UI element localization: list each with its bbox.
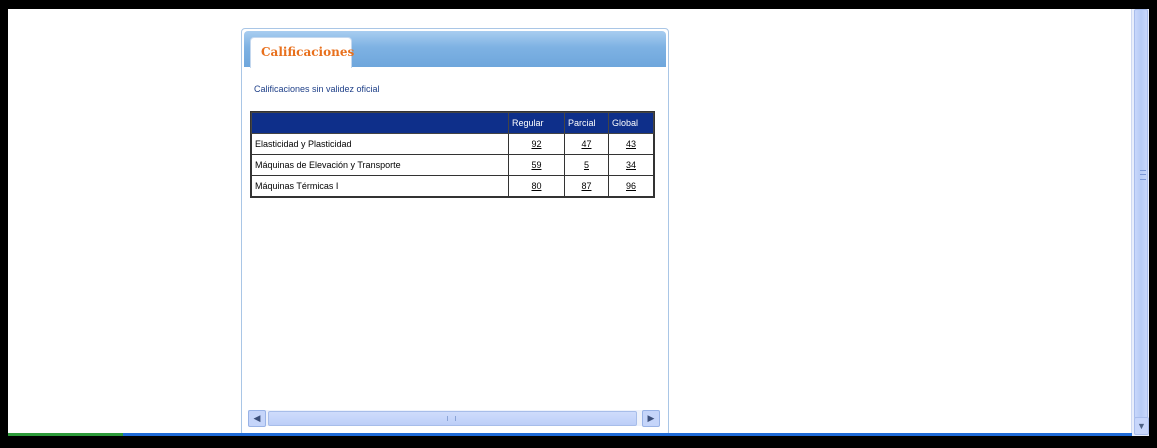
table-header-row: Regular Parcial Global (251, 112, 654, 134)
status-strip (8, 433, 1132, 436)
window-vertical-scrollbar[interactable]: ▼ (1131, 9, 1149, 436)
horizontal-scroll-thumb[interactable] (268, 411, 637, 426)
grade-global-link[interactable]: 96 (626, 181, 636, 191)
panel-subtitle: Calificaciones sin validez oficial (254, 84, 380, 94)
subject-name: Máquinas de Elevación y Transporte (251, 154, 509, 176)
header-regular: Regular (508, 112, 565, 134)
status-strip-progress (8, 433, 123, 436)
grade-regular-link[interactable]: 59 (531, 160, 541, 170)
subject-name: Elasticidad y Plasticidad (251, 133, 509, 155)
grade-regular-link[interactable]: 92 (531, 139, 541, 149)
grade-parcial-link[interactable]: 5 (584, 160, 589, 170)
vertical-scroll-thumb[interactable] (1134, 9, 1148, 419)
grade-parcial-link[interactable]: 47 (581, 139, 591, 149)
chevron-down-icon: ▼ (1137, 421, 1146, 431)
scroll-down-button[interactable]: ▼ (1134, 417, 1149, 435)
grade-global-link[interactable]: 34 (626, 160, 636, 170)
scroll-left-button[interactable]: ◀ (248, 410, 266, 427)
grade-global-link[interactable]: 43 (626, 139, 636, 149)
grade-regular-link[interactable]: 80 (531, 181, 541, 191)
panel-horizontal-scrollbar[interactable]: ◀ ▶ (248, 410, 660, 427)
scroll-right-button[interactable]: ▶ (642, 410, 660, 427)
grade-parcial-link[interactable]: 87 (581, 181, 591, 191)
grades-panel: Calificaciones Calificaciones sin valide… (241, 28, 669, 436)
chevron-left-icon: ◀ (253, 413, 261, 423)
panel-header: Calificaciones (244, 31, 666, 68)
header-subject (251, 112, 509, 134)
grip-icon (1140, 170, 1146, 180)
grip-icon (447, 416, 456, 421)
chevron-right-icon: ▶ (647, 413, 655, 423)
table-row: Máquinas Térmicas I 80 87 96 (251, 175, 654, 197)
tab-calificaciones-label: Calificaciones (261, 45, 355, 59)
tab-calificaciones[interactable]: Calificaciones (250, 37, 355, 68)
subject-name: Máquinas Térmicas I (251, 175, 509, 197)
grades-table: Regular Parcial Global Elasticidad y Pla… (250, 111, 655, 198)
header-parcial: Parcial (564, 112, 609, 134)
table-row: Máquinas de Elevación y Transporte 59 5 … (251, 154, 654, 176)
browser-viewport: Calificaciones Calificaciones sin valide… (8, 9, 1149, 436)
header-global: Global (608, 112, 654, 134)
table-row: Elasticidad y Plasticidad 92 47 43 (251, 133, 654, 155)
